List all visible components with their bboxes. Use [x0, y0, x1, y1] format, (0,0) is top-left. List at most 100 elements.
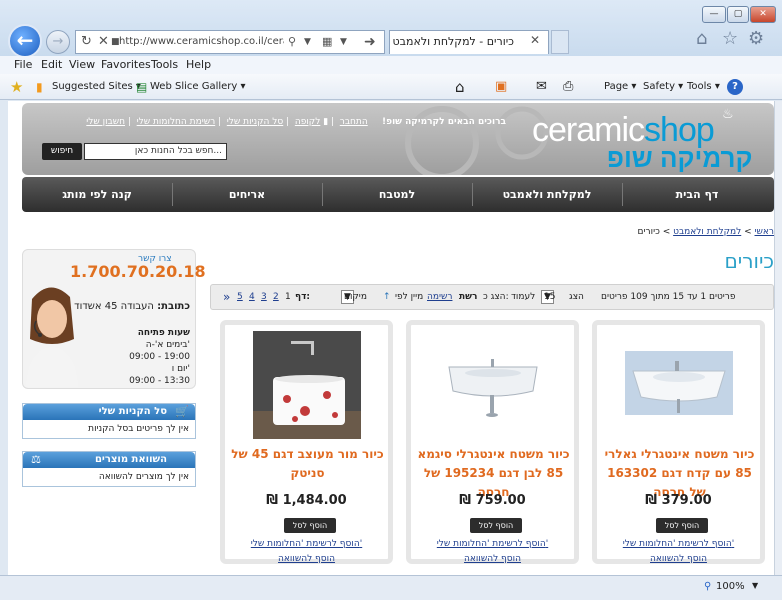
add-to-cart-button[interactable]: הוסף לסל — [656, 518, 708, 533]
web-slice-link[interactable]: Web Slice Gallery ▾ — [150, 74, 246, 100]
view-as-label: הצג כ: — [483, 292, 509, 302]
settings-gear-icon[interactable]: ⚙ — [748, 28, 764, 49]
zoom-dropdown-icon[interactable]: ▼ — [752, 581, 758, 590]
add-to-compare-link[interactable]: הוסף להשוואה — [225, 554, 388, 564]
dropdown-icon[interactable]: ▼ — [304, 31, 311, 53]
add-to-wishlist-link[interactable]: הוסף לרשימת 'החלומות שלי' — [411, 539, 574, 549]
safety-menu[interactable]: Safety ▾ — [643, 74, 683, 100]
cart-box: סל הקניות שלי 🛒 אין לך פריטים בסל הקניות — [22, 403, 196, 439]
login-link[interactable]: התחבר — [340, 117, 368, 127]
page-link-3[interactable]: 3 — [261, 285, 267, 309]
close-window-button[interactable]: ✕ — [750, 6, 776, 23]
page-menu[interactable]: Page ▾ — [604, 74, 636, 100]
add-to-wishlist-link[interactable]: הוסף לרשימת 'החלומות שלי' — [225, 539, 388, 549]
nav-divider — [622, 183, 623, 206]
product-name[interactable]: כיור מור מעוצב דגם 45 של סניטק — [229, 445, 386, 483]
cart-empty-text: אין לך פריטים בסל הקניות — [88, 424, 189, 434]
wishlist-link[interactable]: רשימת החלומות שלי — [137, 117, 216, 127]
page-link-4[interactable]: 4 — [249, 285, 255, 309]
menu-tools[interactable]: Tools — [151, 56, 178, 74]
next-page-link[interactable]: » — [223, 285, 230, 309]
maximize-button[interactable]: ▢ — [727, 6, 749, 23]
zoom-level[interactable]: 100% — [716, 581, 745, 592]
zoom-icon[interactable]: ⚲ — [704, 581, 711, 592]
view-list[interactable]: רשימה — [427, 285, 452, 309]
url-text[interactable]: http://www.ceramicshop.co.il/ceramic-sh — [119, 31, 284, 53]
favorites-star-icon[interactable]: ☆ — [722, 28, 738, 49]
new-tab-button[interactable] — [551, 30, 569, 54]
menu-file[interactable]: File — [14, 56, 32, 74]
search-icon[interactable]: ⚲ — [288, 31, 296, 53]
nav-divider — [322, 183, 323, 206]
my-cart-link[interactable]: סל הקניות שלי — [227, 117, 283, 127]
cart-box-header: סל הקניות שלי 🛒 — [23, 404, 195, 420]
dropdown-icon[interactable]: ▼ — [340, 31, 347, 53]
add-to-wishlist-link[interactable]: הוסף לרשימת 'החלומות שלי' — [597, 539, 760, 549]
back-button[interactable]: ← — [8, 24, 42, 58]
top-links: ברוכים הבאים לקרמיקה שופ! התחבר | ▮ לקופ… — [86, 117, 506, 127]
view-grid[interactable]: רשת — [459, 285, 477, 309]
web-slice-icon: ▤ — [136, 80, 148, 94]
feeds-icon[interactable]: ▣ — [495, 74, 507, 100]
stop-icon[interactable]: ✕ — [98, 31, 109, 53]
nav-kitchen[interactable]: למטבח — [322, 177, 472, 212]
my-account-link[interactable]: חשבון שלי — [86, 117, 125, 127]
breadcrumb-category[interactable]: למקלחת ולאמבט — [673, 227, 741, 237]
product-card: כיור מור מעוצב דגם 45 של סניטק 1,484.00 … — [220, 320, 393, 564]
print-icon[interactable]: ⎙ — [563, 74, 573, 100]
nav-tiles[interactable]: אריחים — [172, 177, 322, 212]
tools-menu[interactable]: Tools ▾ — [687, 74, 720, 100]
go-icon[interactable]: ➜ — [364, 31, 376, 53]
site-header: ceramicshop קרמיקה שופ ♨ ברוכים הבאים לק… — [22, 103, 774, 175]
show-label: הצג — [569, 292, 584, 302]
menu-view[interactable]: View — [69, 56, 95, 74]
home-icon[interactable]: ⌂ — [696, 28, 707, 49]
vertical-scrollbar[interactable] — [774, 101, 782, 575]
checkout-link[interactable]: לקופה — [295, 117, 320, 127]
browser-tab[interactable]: כיורים - למקלחת ולאמבט — [389, 30, 549, 54]
page-title: כיורים — [724, 249, 774, 273]
close-tab-icon[interactable]: ✕ — [530, 33, 540, 47]
favorites-bar: ★ ▮ Suggested Sites ▾ ▤ Web Slice Galler… — [0, 74, 782, 100]
menu-favorites[interactable]: Favorites — [101, 56, 151, 74]
add-to-compare-link[interactable]: הוסף להשוואה — [411, 554, 574, 564]
forward-button[interactable]: → — [46, 30, 70, 54]
product-price: 1,484.00 ₪ — [266, 493, 347, 508]
product-image[interactable] — [253, 331, 361, 439]
suggested-sites-link[interactable]: Suggested Sites ▾ — [52, 74, 141, 100]
search-button[interactable]: חיפוש — [42, 143, 82, 160]
add-to-cart-button[interactable]: הוסף לסל — [470, 518, 522, 533]
address-bar[interactable]: ↻ ✕ ■ http://www.ceramicshop.co.il/ceram… — [75, 30, 385, 54]
menu-edit[interactable]: Edit — [41, 56, 62, 74]
support-agent-avatar — [26, 287, 78, 387]
product-card: כיור משטח אינטגרלי גאלרי 85 עם קדח דגם 1… — [592, 320, 765, 564]
page-viewport: ceramicshop קרמיקה שופ ♨ ברוכים הבאים לק… — [8, 101, 774, 575]
add-to-cart-button[interactable]: הוסף לסל — [284, 518, 336, 533]
status-bar: ⚲ 100% ▼ — [0, 575, 782, 600]
product-image[interactable] — [625, 331, 733, 439]
breadcrumb-home[interactable]: ראשי — [755, 227, 775, 237]
product-image[interactable] — [439, 331, 547, 439]
page-link-5[interactable]: 5 — [237, 285, 243, 309]
product-price: 759.00 ₪ — [459, 493, 526, 508]
contact-phone[interactable]: 1.700.70.20.18 — [70, 262, 206, 281]
cart-icon: 🛒 — [175, 405, 189, 418]
contact-address: כתובת: העבודה 45 אשדוד — [74, 301, 190, 312]
sort-direction-icon[interactable]: ↑ — [383, 285, 391, 309]
help-icon[interactable]: ? — [727, 79, 743, 95]
home-icon[interactable]: ⌂ — [455, 74, 465, 100]
nav-divider — [472, 183, 473, 206]
search-input[interactable]: חפש בכל החנות כאן... — [84, 143, 227, 160]
favorites-star-icon[interactable]: ★ — [10, 74, 23, 100]
compatibility-icon[interactable]: ▦ — [322, 31, 332, 53]
page-link-2[interactable]: 2 — [273, 285, 279, 309]
nav-brands[interactable]: קנה לפי מותג — [22, 177, 172, 212]
add-to-compare-link[interactable]: הוסף להשוואה — [597, 554, 760, 564]
menu-help[interactable]: Help — [186, 56, 211, 74]
nav-bath[interactable]: למקלחת ולאמבט — [472, 177, 622, 212]
product-price: 379.00 ₪ — [645, 493, 712, 508]
nav-home[interactable]: דף הבית — [622, 177, 772, 212]
mail-icon[interactable]: ✉ — [536, 74, 547, 100]
minimize-button[interactable]: — — [702, 6, 726, 23]
refresh-icon[interactable]: ↻ — [81, 31, 92, 53]
